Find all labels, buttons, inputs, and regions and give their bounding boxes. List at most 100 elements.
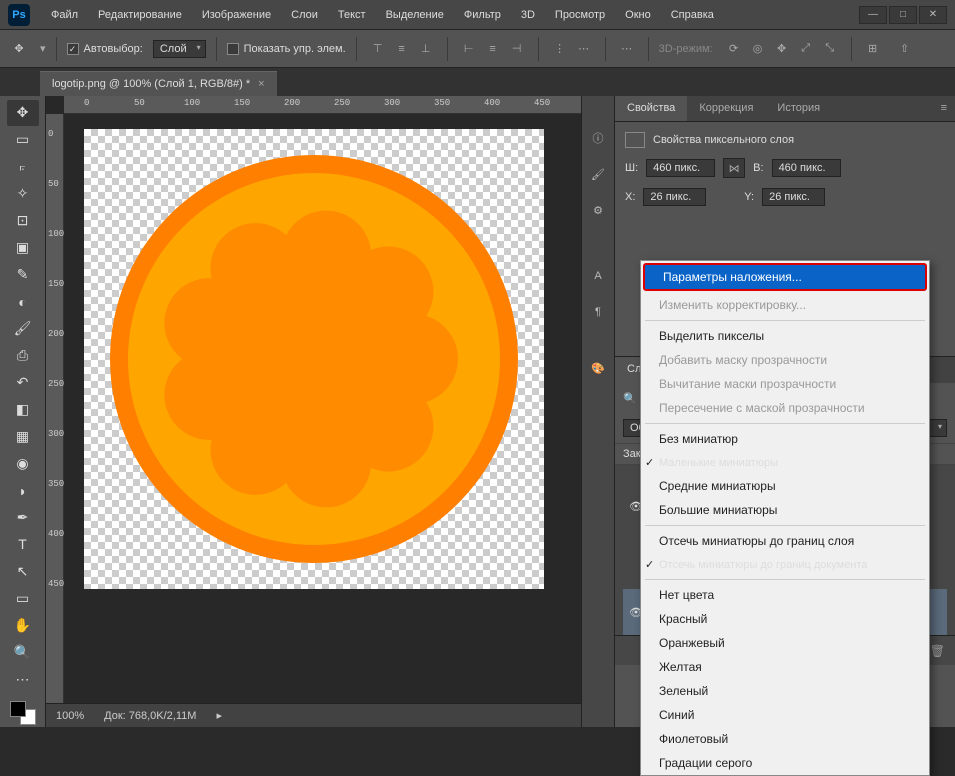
zoom-level[interactable]: 100% <box>56 710 84 722</box>
autoselect-checkbox[interactable]: Автовыбор: <box>67 43 143 55</box>
ctx-clip-doc[interactable]: ✓Отсечь миниатюры до границ документа <box>641 553 929 576</box>
close-button[interactable]: ✕ <box>919 6 947 24</box>
document-info[interactable]: Док: 768,0K/2,11M <box>104 710 196 722</box>
3d-zoom-icon[interactable]: ⤡ <box>819 38 841 60</box>
marquee-tool[interactable]: ▭ <box>7 127 39 153</box>
history-brush-tool[interactable]: ↶ <box>7 370 39 396</box>
more-align-icon[interactable]: ⋯ <box>616 38 638 60</box>
stamp-tool[interactable]: ⎙ <box>7 343 39 369</box>
search-icon[interactable]: 🔍 <box>623 392 637 405</box>
align-hcenter-icon[interactable]: ≡ <box>482 38 504 60</box>
height-field[interactable]: 460 пикс. <box>772 159 841 177</box>
dodge-tool[interactable]: ◗ <box>7 478 39 504</box>
brush-tool[interactable]: 🖌 <box>7 316 39 342</box>
delete-icon[interactable]: 🗑 <box>930 644 945 658</box>
autoselect-target-dropdown[interactable]: Слой <box>153 40 206 58</box>
edit-toolbar-icon[interactable]: ⋯ <box>7 666 39 692</box>
align-left-icon[interactable]: ⊢ <box>458 38 480 60</box>
document-tabs: logotip.png @ 100% (Слой 1, RGB/8#) * × <box>0 68 955 96</box>
color-panel-icon[interactable]: 🎨 <box>586 356 610 380</box>
show-controls-checkbox[interactable]: Показать упр. элем. <box>227 43 346 55</box>
menu-text[interactable]: Текст <box>329 3 375 27</box>
tab-properties[interactable]: Свойства <box>615 96 687 121</box>
menu-help[interactable]: Справка <box>662 3 723 27</box>
distribute-v-icon[interactable]: ⋯ <box>573 38 595 60</box>
maximize-button[interactable]: □ <box>889 6 917 24</box>
options-bar: ✥ ▾ Автовыбор: Слой Показать упр. элем. … <box>0 30 955 68</box>
shape-tool[interactable]: ▭ <box>7 585 39 611</box>
para-panel-icon[interactable]: ¶ <box>586 300 610 324</box>
document-tab[interactable]: logotip.png @ 100% (Слой 1, RGB/8#) * × <box>40 71 277 96</box>
workspace-icon[interactable]: ⊞ <box>862 38 884 60</box>
width-field[interactable]: 460 пикс. <box>646 159 715 177</box>
menu-filter[interactable]: Фильтр <box>455 3 510 27</box>
ctx-color-violet[interactable]: Фиолетовый <box>641 727 929 751</box>
3d-pan-icon[interactable]: ✥ <box>771 38 793 60</box>
align-vcenter-icon[interactable]: ≡ <box>391 38 413 60</box>
ctx-clip-layer[interactable]: Отсечь миниатюры до границ слоя <box>641 529 929 553</box>
y-field[interactable]: 26 пикс. <box>762 188 825 206</box>
menu-window[interactable]: Окно <box>616 3 660 27</box>
brush-panel-icon[interactable]: 🖌 <box>586 162 610 186</box>
gradient-tool[interactable]: ▦ <box>7 424 39 450</box>
frame-tool[interactable]: ▣ <box>7 235 39 261</box>
minimize-button[interactable]: — <box>859 6 887 24</box>
ctx-color-gray[interactable]: Градации серого <box>641 751 929 775</box>
ctx-no-thumb[interactable]: Без миниатюр <box>641 427 929 451</box>
ctx-color-orange[interactable]: Оранжевый <box>641 631 929 655</box>
align-bottom-icon[interactable]: ⊥ <box>415 38 437 60</box>
menu-select[interactable]: Выделение <box>377 3 453 27</box>
menu-image[interactable]: Изображение <box>193 3 280 27</box>
link-wh-icon[interactable]: ⋈ <box>723 158 745 178</box>
magic-wand-tool[interactable]: ✧ <box>7 181 39 207</box>
ctx-color-green[interactable]: Зеленый <box>641 679 929 703</box>
ctx-color-red[interactable]: Красный <box>641 607 929 631</box>
menu-3d[interactable]: 3D <box>512 3 544 27</box>
x-field[interactable]: 26 пикс. <box>643 188 706 206</box>
lasso-tool[interactable]: ⟔ <box>7 154 39 180</box>
ctx-select-pixels[interactable]: Выделить пикселы <box>641 324 929 348</box>
status-arrow-icon[interactable]: ▸ <box>216 709 222 722</box>
align-right-icon[interactable]: ⊣ <box>506 38 528 60</box>
hand-tool[interactable]: ✋ <box>7 612 39 638</box>
align-buttons: ⊤ ≡ ⊥ <box>367 38 437 60</box>
ctx-color-blue[interactable]: Синий <box>641 703 929 727</box>
ctx-blending-options[interactable]: Параметры наложения... <box>643 263 927 291</box>
adjust-panel-icon[interactable]: ⚙ <box>586 198 610 222</box>
3d-orbit-icon[interactable]: ⟳ <box>723 38 745 60</box>
share-icon[interactable]: ⇧ <box>894 38 916 60</box>
char-panel-icon[interactable]: A <box>586 264 610 288</box>
type-tool[interactable]: T <box>7 532 39 558</box>
crop-tool[interactable]: ⊡ <box>7 208 39 234</box>
ctx-color-none[interactable]: Нет цвета <box>641 583 929 607</box>
pen-tool[interactable]: ✒ <box>7 505 39 531</box>
healing-tool[interactable]: ◐ <box>7 289 39 315</box>
path-select-tool[interactable]: ↖ <box>7 558 39 584</box>
menu-edit[interactable]: Редактирование <box>89 3 191 27</box>
canvas[interactable] <box>64 114 581 703</box>
move-tool[interactable]: ✥ <box>7 100 39 126</box>
blur-tool[interactable]: ◉ <box>7 451 39 477</box>
chevron-down-icon[interactable]: ▾ <box>40 42 46 55</box>
menu-file[interactable]: Файл <box>42 3 87 27</box>
document-canvas[interactable] <box>84 129 544 589</box>
eyedropper-tool[interactable]: ✎ <box>7 262 39 288</box>
distribute-h-icon[interactable]: ⋮ <box>549 38 571 60</box>
menu-layer[interactable]: Слои <box>282 3 327 27</box>
align-top-icon[interactable]: ⊤ <box>367 38 389 60</box>
eraser-tool[interactable]: ◧ <box>7 397 39 423</box>
tab-adjustments[interactable]: Коррекция <box>687 96 765 121</box>
zoom-tool[interactable]: 🔍 <box>7 639 39 665</box>
panel-menu-icon[interactable]: ≡ <box>933 96 955 121</box>
ctx-large-thumb[interactable]: Большие миниатюры <box>641 498 929 522</box>
color-swatches[interactable] <box>8 699 38 727</box>
ctx-medium-thumb[interactable]: Средние миниатюры <box>641 474 929 498</box>
menu-view[interactable]: Просмотр <box>546 3 614 27</box>
3d-roll-icon[interactable]: ◎ <box>747 38 769 60</box>
info-panel-icon[interactable]: ⓘ <box>586 126 610 150</box>
close-tab-icon[interactable]: × <box>258 78 264 90</box>
3d-slide-icon[interactable]: ⤢ <box>795 38 817 60</box>
ctx-small-thumb[interactable]: ✓Маленькие миниатюры <box>641 451 929 474</box>
tab-history[interactable]: История <box>765 96 832 121</box>
ctx-color-yellow[interactable]: Желтая <box>641 655 929 679</box>
